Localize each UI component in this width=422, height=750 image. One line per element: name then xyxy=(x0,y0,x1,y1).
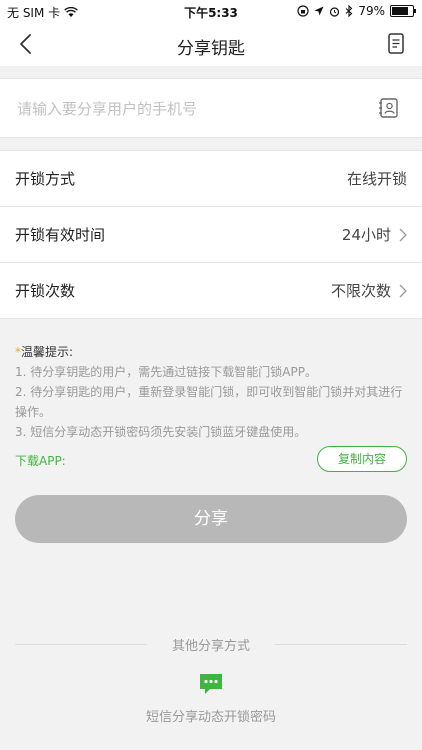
nav-bar: 分享钥匙 xyxy=(0,22,422,66)
setting-label: 开锁方式 xyxy=(15,170,76,188)
tips-title: *温馨提示: xyxy=(15,342,407,362)
setting-value: 24小时 xyxy=(341,226,391,244)
phone-row xyxy=(0,78,422,139)
chevron-right-icon xyxy=(399,228,407,241)
download-app-label: 下载APP: xyxy=(15,454,66,468)
status-right: 79% xyxy=(297,4,416,18)
battery-percent: 79% xyxy=(358,4,385,18)
setting-unlock-method[interactable]: 开锁方式 在线开锁 xyxy=(0,151,422,207)
chevron-right-icon xyxy=(399,284,407,297)
tips-title-text: 温馨提示 xyxy=(21,345,70,359)
location-icon xyxy=(314,6,324,16)
sms-share-label: 短信分享动态开锁密码 xyxy=(145,710,276,725)
bluetooth-icon xyxy=(345,5,353,17)
status-bar: 无 SIM 卡 下午5:33 79% xyxy=(0,0,422,22)
share-button[interactable]: 分享 xyxy=(15,495,407,543)
contact-book-icon[interactable] xyxy=(378,97,400,119)
settings-list: 开锁方式 在线开锁 开锁有效时间 24小时 开锁次数 不限次数 xyxy=(0,150,422,319)
setting-value: 不限次数 xyxy=(330,282,391,300)
battery-fill xyxy=(392,7,408,15)
setting-valid-time[interactable]: 开锁有效时间 24小时 xyxy=(0,207,422,263)
phone-input[interactable] xyxy=(15,79,359,139)
tip-item: 2. 待分享钥匙的用户，重新登录智能门锁，即可收到智能门锁并对其进行操作。 xyxy=(15,385,403,419)
rotation-lock-icon xyxy=(297,5,309,17)
tip-item: 1. 待分享钥匙的用户，需先通过链接下载智能门锁APP。 xyxy=(15,365,317,379)
document-icon[interactable] xyxy=(382,30,410,58)
sms-message-icon xyxy=(200,674,222,694)
setting-value: 在线开锁 xyxy=(346,170,407,188)
alarm-icon xyxy=(330,6,340,17)
sms-share-option[interactable]: 短信分享动态开锁密码 xyxy=(0,672,422,732)
setting-label: 开锁次数 xyxy=(15,282,76,300)
copy-content-button[interactable]: 复制内容 xyxy=(317,446,407,472)
tips-section: *温馨提示: 1. 待分享钥匙的用户，需先通过链接下载智能门锁APP。 2. 待… xyxy=(15,342,407,442)
other-share-divider: 其他分享方式 xyxy=(15,634,407,654)
tip-item: 3. 短信分享动态开锁密码须先安装门锁蓝牙键盘使用。 xyxy=(15,425,307,439)
setting-unlock-count[interactable]: 开锁次数 不限次数 xyxy=(0,263,422,318)
tips-title-colon: : xyxy=(69,345,74,359)
setting-label: 开锁有效时间 xyxy=(15,226,106,244)
page-title: 分享钥匙 xyxy=(177,39,245,59)
download-row: 下载APP: 复制内容 xyxy=(15,446,407,474)
battery-icon xyxy=(390,5,416,17)
divider-line xyxy=(275,644,407,645)
